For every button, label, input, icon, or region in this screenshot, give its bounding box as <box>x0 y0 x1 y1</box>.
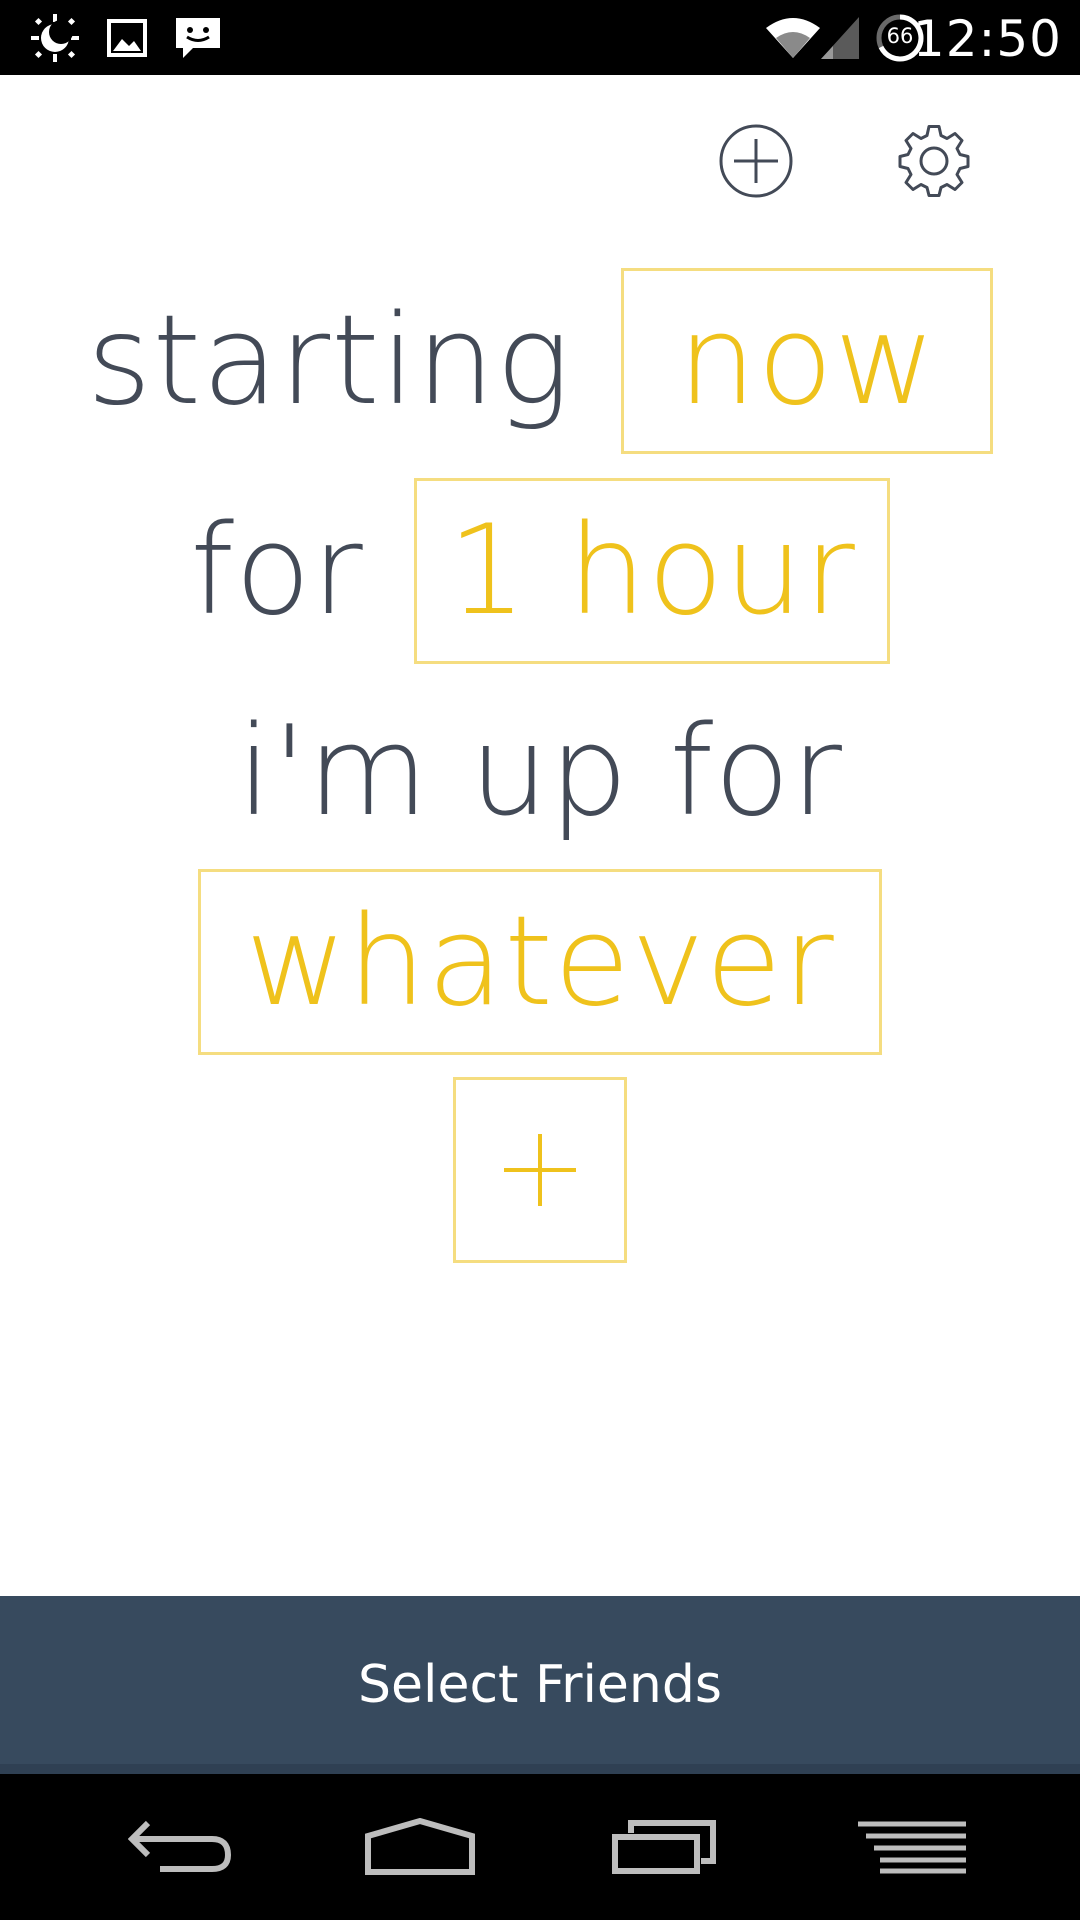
select-friends-button[interactable]: Select Friends <box>0 1596 1080 1774</box>
add-circle-icon <box>719 124 793 198</box>
back-button[interactable] <box>110 1774 250 1920</box>
recent-apps-button[interactable] <box>594 1774 734 1920</box>
phrase-line-start: starting now <box>0 267 1080 455</box>
menu-button[interactable] <box>842 1774 982 1920</box>
activity-selector[interactable]: whatever <box>198 869 882 1055</box>
select-friends-label: Select Friends <box>358 1655 722 1715</box>
menu-icon <box>858 1821 966 1874</box>
recent-apps-icon <box>612 1820 716 1874</box>
settings-gear-icon <box>898 125 970 197</box>
navigation-bar <box>0 1774 1080 1920</box>
start-time-selector[interactable]: now <box>621 268 994 454</box>
im-up-for-label: i'm up for <box>237 700 843 844</box>
message-icon <box>170 0 226 75</box>
home-button[interactable] <box>350 1774 490 1920</box>
duration-selector[interactable]: 1 hour <box>413 478 890 664</box>
starting-label: starting <box>86 289 572 433</box>
status-bar: 66 12:50 <box>0 0 1080 75</box>
button-shadow <box>0 1764 1080 1774</box>
home-icon <box>365 1818 475 1875</box>
main-screen: starting now for 1 hour i'm up for whate… <box>0 75 1080 1596</box>
phrase-line-activity: whatever <box>0 868 1080 1056</box>
status-clock: 12:50 <box>912 10 1062 68</box>
add-activity-button[interactable] <box>453 1077 627 1263</box>
for-label: for <box>190 499 364 643</box>
signal-icon <box>818 0 862 75</box>
phrase-line-add <box>0 1077 1080 1263</box>
phrase-line-duration: for 1 hour <box>0 477 1080 665</box>
plus-icon <box>504 1134 576 1206</box>
weather-night-icon <box>20 0 90 75</box>
back-icon <box>128 1820 232 1872</box>
add-button[interactable] <box>716 121 796 201</box>
image-icon <box>100 0 154 75</box>
settings-button[interactable] <box>894 121 974 201</box>
wifi-icon <box>762 0 824 75</box>
phrase-line-activity-label: i'm up for <box>0 692 1080 852</box>
